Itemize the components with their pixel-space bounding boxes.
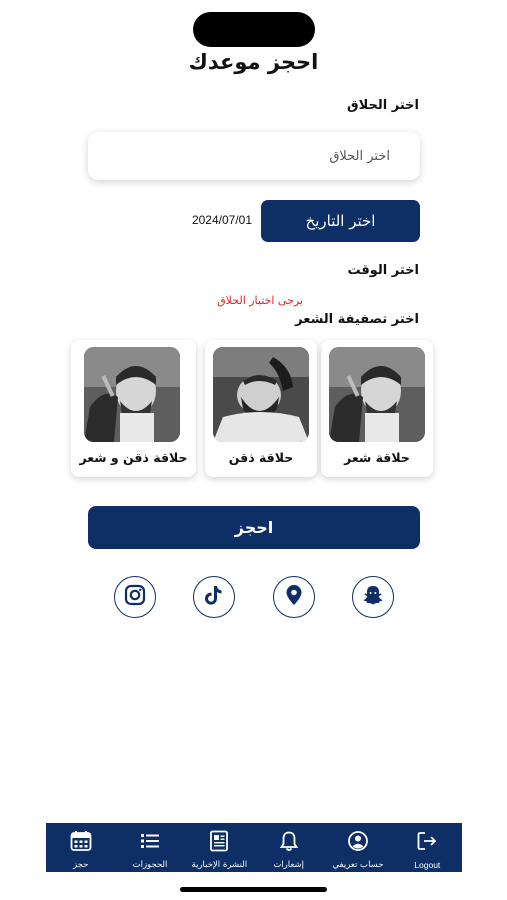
service-card-label: حلاقة شعر [344, 450, 410, 465]
tiktok-icon [204, 584, 224, 610]
list-icon [139, 829, 161, 853]
choose-date-button[interactable]: اختر التاريخ [261, 200, 420, 242]
calendar-icon [70, 829, 92, 853]
location-pin-icon [285, 584, 303, 610]
barber-select[interactable]: اختر الحلاق [88, 132, 420, 180]
device-notch [193, 12, 315, 47]
bottom-tab-bar: حجز الحجوزات النشرة الإخبارية إشعارات حس… [46, 823, 462, 872]
tab-bookings[interactable]: الحجوزات [115, 823, 184, 872]
tab-newsletter[interactable]: النشرة الإخبارية [185, 823, 254, 872]
instagram-button[interactable] [114, 576, 156, 618]
tab-label: الحجوزات [132, 860, 168, 870]
tab-label: النشرة الإخبارية [191, 860, 248, 870]
tab-notifications[interactable]: إشعارات [254, 823, 323, 872]
logout-icon [416, 829, 438, 853]
location-button[interactable] [273, 576, 315, 618]
beard-trim-photo [213, 347, 309, 442]
service-card-beard-and-hair[interactable]: حلاقة ذقن و شعر [71, 340, 196, 477]
service-card-beard[interactable]: حلاقة ذقن [205, 340, 317, 477]
tab-label: Logout [414, 860, 441, 870]
snapchat-button[interactable] [352, 576, 394, 618]
selected-date: 2024/07/01 [191, 213, 252, 227]
tab-profile[interactable]: حساب تعريفي [323, 823, 392, 872]
page-title: احجز موعدك [188, 50, 319, 74]
bell-icon [278, 829, 300, 853]
book-button[interactable]: احجز [88, 506, 420, 549]
time-label: اختر الوقت [347, 263, 419, 278]
home-indicator [180, 887, 327, 892]
profile-icon [347, 829, 369, 853]
barber-select-placeholder: اختر الحلاق [329, 148, 390, 164]
tiktok-button[interactable] [193, 576, 235, 618]
service-card-label: حلاقة ذقن [228, 450, 294, 465]
newspaper-icon [208, 829, 230, 853]
snapchat-icon [362, 584, 384, 610]
service-options: حلاقة شعر حلاقة ذقن حلاقة ذقن و شعر [0, 340, 507, 480]
barber-label: اختر الحلاق [347, 98, 419, 113]
service-card-label: حلاقة ذقن و شعر [79, 450, 188, 465]
service-card-haircut[interactable]: حلاقة شعر [321, 340, 433, 477]
tab-label: حجز [72, 860, 89, 870]
tab-logout[interactable]: Logout [393, 823, 462, 872]
service-label: اختر تصفيفة الشعر [295, 312, 419, 327]
instagram-icon [124, 584, 146, 610]
tab-label: إشعارات [273, 860, 304, 870]
haircut-photo [329, 347, 425, 442]
tab-label: حساب تعريفي [332, 860, 384, 870]
time-error-message: يرجى اختيار الحلاق [217, 294, 303, 307]
beard-and-hair-photo [84, 347, 180, 442]
tab-booking[interactable]: حجز [46, 823, 115, 872]
